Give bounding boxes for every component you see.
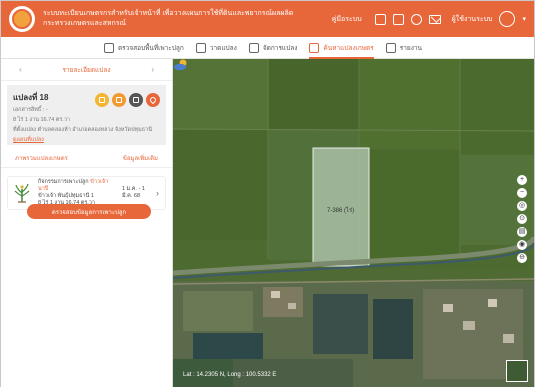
panel-header: ‹ รายละเอียดแปลง › — [1, 59, 172, 81]
panel-title: รายละเอียดแปลง — [62, 66, 111, 74]
locate-icon[interactable]: ◎ — [517, 201, 527, 211]
nav-draw-plot[interactable]: วาดแปลง — [195, 37, 237, 59]
location-icon[interactable] — [146, 93, 160, 107]
nav-label: ค้นหาแปลงเกษตร — [323, 44, 374, 52]
layers-icon[interactable]: ▤ — [517, 227, 527, 237]
weather-icon[interactable] — [173, 59, 189, 71]
prev-arrow-icon[interactable]: ‹ — [19, 65, 22, 74]
zoom-out-icon[interactable]: − — [517, 188, 527, 198]
crop-info: กิจกรรมการเพาะปลูก ข้าวเจ้านาปี ข้าวเจ้า… — [38, 179, 118, 207]
user-icon[interactable] — [499, 11, 516, 27]
file-icon[interactable] — [392, 13, 404, 25]
ministry-logo[interactable] — [9, 6, 35, 32]
manual-link[interactable]: คู่มือระบบ — [332, 14, 362, 25]
app-window: ระบบทะเบียนเกษตรกรสำหรับเจ้าหน้าที่ เพื่… — [0, 0, 535, 387]
chevron-right-icon[interactable]: › — [156, 188, 159, 198]
help-icon[interactable] — [410, 13, 422, 25]
plot-deed: เอกสารสิทธิ์ : - — [13, 107, 48, 113]
app-header: ระบบทะเบียนเกษตรกรสำหรับเจ้าหน้าที่ เพื่… — [1, 1, 534, 37]
nav-label: ตรวจสอบพื้นที่เพาะปลูก — [117, 44, 184, 52]
tab-overview[interactable]: ภาพรวมแปลงเกษตร — [15, 153, 68, 163]
nav-check-area[interactable]: ตรวจสอบพื้นที่เพาะปลูก — [103, 37, 184, 59]
main-nav: ตรวจสอบพื้นที่เพาะปลูก วาดแปลง จัดการแปล… — [1, 37, 534, 59]
tab-more-info[interactable]: ข้อมูลเพิ่มเติม — [123, 153, 158, 163]
plot-detail-panel: ‹ รายละเอียดแปลง › แปลงที่ 18 เอกสารสิทธ… — [1, 59, 173, 387]
satellite-map[interactable]: 7-386 (ไร่) + − ◎ ⊙ ▤ ◉ ⊖ Lat : 14.2305 … — [173, 59, 534, 387]
coordinate-readout: Lat : 14.2305 N, Long : 100.5332 E — [183, 372, 277, 378]
crop-variety: ข้าวเจ้า พันธุ์ปทุมธานี 1 — [38, 193, 94, 199]
grid-icon — [248, 42, 259, 53]
detail-tabs: ภาพรวมแปลงเกษตร ข้อมูลเพิ่มเติม — [1, 145, 172, 168]
report-icon — [385, 42, 396, 53]
mail-icon[interactable] — [428, 14, 441, 24]
calendar-icon[interactable] — [129, 93, 143, 107]
check-crop-button[interactable]: ตรวจสอบข้อมูลการเพาะปลูก — [27, 204, 151, 219]
app-title: ระบบทะเบียนเกษตรกรสำหรับเจ้าหน้าที่ เพื่… — [43, 9, 293, 29]
user-label[interactable]: ผู้ใช้งานระบบ — [452, 14, 493, 25]
plot-map-link[interactable]: ดูแผนที่แปลง — [13, 136, 160, 144]
nav-report[interactable]: รายงาน — [385, 37, 422, 59]
rice-plant-icon — [14, 183, 30, 203]
basemap-switcher[interactable] — [506, 360, 528, 382]
map-pin-icon — [103, 42, 114, 53]
app-title-line1: ระบบทะเบียนเกษตรกรสำหรับเจ้าหน้าที่ เพื่… — [43, 10, 294, 17]
next-arrow-icon[interactable]: › — [151, 65, 154, 74]
compass-icon[interactable]: ◉ — [517, 240, 527, 250]
pencil-icon — [195, 42, 206, 53]
plot-area: 8 ไร่ 1 งาน 16.74 ตร.วา — [13, 117, 71, 123]
target-icon[interactable]: ⊙ — [517, 214, 527, 224]
zoom-in-icon[interactable]: + — [517, 175, 527, 185]
map-imagery — [173, 59, 534, 387]
document-icon[interactable] — [112, 93, 126, 107]
nav-label: รายงาน — [399, 44, 422, 52]
crop-prefix: กิจกรรมการเพาะปลูก — [38, 179, 89, 185]
plot-summary: แปลงที่ 18 เอกสารสิทธิ์ : - 8 ไร่ 1 งาน … — [7, 85, 166, 145]
nav-label: จัดการแปลง — [262, 44, 298, 52]
app-title-line2: กระทรวงเกษตรและสหกรณ์ — [43, 20, 126, 27]
map-toolbar: + − ◎ ⊙ ▤ ◉ ⊖ — [516, 175, 528, 263]
crop-date: 1 ม.ค. - 1 มี.ค. 68 — [122, 186, 145, 199]
farmer-icon[interactable] — [95, 93, 109, 107]
reset-icon[interactable]: ⊖ — [517, 253, 527, 263]
plot-actions — [95, 93, 160, 107]
nav-label: วาดแปลง — [209, 44, 237, 52]
chevron-down-icon[interactable]: ▾ — [522, 15, 526, 23]
header-actions: คู่มือระบบ ผู้ใช้งานระบบ ▾ — [332, 1, 526, 37]
plot-polygon-label: 7-386 (ไร่) — [327, 208, 355, 214]
document-icon[interactable] — [374, 13, 386, 25]
home-icon — [309, 42, 320, 53]
nav-manage-plot[interactable]: จัดการแปลง — [248, 37, 298, 59]
nav-search-plot[interactable]: ค้นหาแปลงเกษตร — [309, 37, 375, 59]
plot-location: ที่ตั้งแปลง ตำบลคลองห้า อำเภอคลองหลวง จั… — [13, 127, 152, 133]
